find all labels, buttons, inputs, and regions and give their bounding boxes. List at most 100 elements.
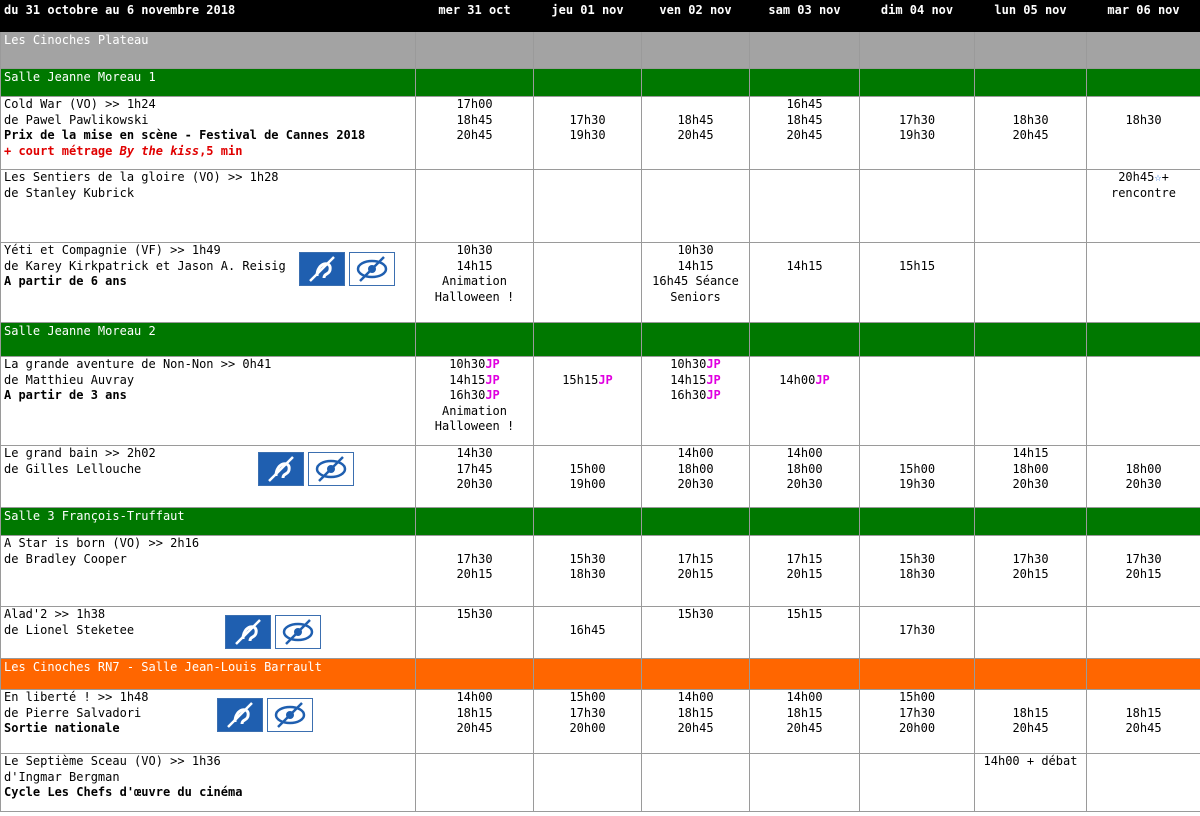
showtime: 15h30 <box>898 551 936 566</box>
showtime: 20h30 <box>677 477 714 491</box>
showtime <box>975 97 1086 113</box>
showtime: 18h15 <box>1125 705 1162 720</box>
film-title[interactable]: Les Sentiers de la gloire (VO) >> 1h28 <box>4 170 412 186</box>
showtime: 19h30 <box>898 128 936 142</box>
showtimes: 15h30 <box>641 606 750 659</box>
showtime: 19h30 <box>569 128 606 142</box>
showtimes <box>1086 606 1200 659</box>
showtimes: 14h15 18h00 20h30 <box>974 445 1087 508</box>
section-row: Salle 3 François-Truffaut <box>0 507 1200 536</box>
showtimes: 15h30 18h30 <box>533 535 642 607</box>
showtime: 20h15 <box>1125 567 1162 581</box>
showtimes: 15h00 17h30 20h00 <box>533 689 642 754</box>
hearing-impaired-icon <box>299 252 345 286</box>
film-info: Les Sentiers de la gloire (VO) >> 1h28 d… <box>0 169 416 243</box>
showtime <box>975 536 1086 552</box>
showtimes: 15h00 19h30 <box>859 445 975 508</box>
showtime: 17h30 <box>456 551 493 566</box>
showtime: 18h00 <box>677 461 714 476</box>
film-row: A Star is born (VO) >> 2h16 de Bradley C… <box>0 535 1200 607</box>
day-header: lun 05 nov <box>974 0 1087 32</box>
section-row: Salle Jeanne Moreau 1 <box>0 68 1200 97</box>
showtime <box>534 97 641 113</box>
film-row: Alad'2 >> 1h38 de Lionel Steketee 15h30 … <box>0 606 1200 659</box>
day-header: ven 02 nov <box>641 0 750 32</box>
showtime: 20h15 <box>677 567 714 581</box>
showtime: 17h15 <box>786 551 823 566</box>
showtimes: 16h45 18h45 20h45 <box>749 96 860 170</box>
film-row: La grande aventure de Non-Non >> 0h41 de… <box>0 356 1200 446</box>
showtime: 17h30 <box>898 112 936 127</box>
film-title[interactable]: La grande aventure de Non-Non >> 0h41 <box>4 357 412 373</box>
showtime <box>975 690 1086 706</box>
showtime: 20h45 <box>456 721 493 735</box>
film-note: Cycle Les Chefs d'œuvre du cinéma <box>4 785 243 799</box>
showtime: 18h30 <box>569 567 606 581</box>
film-note: A partir de 3 ans <box>4 388 127 402</box>
showtime: 20h15 <box>456 567 493 581</box>
showtimes: 15h15JP <box>533 356 642 446</box>
showtime: 18h45 <box>677 112 714 127</box>
showtimes: 10h30 14h15 Animation Halloween ! <box>415 242 534 323</box>
showtimes: 18h30 <box>1086 96 1200 170</box>
section-title: Salle Jeanne Moreau 2 <box>0 322 416 357</box>
showtimes: 10h30JP 14h15JP 16h30JP Animation Hallow… <box>415 356 534 446</box>
showtime: 20h00 <box>898 721 936 735</box>
showtime: 20h00 <box>569 721 606 735</box>
film-title[interactable]: Le Septième Sceau (VO) >> 1h36 <box>4 754 412 770</box>
film-title[interactable]: Alad'2 >> 1h38 <box>4 607 412 623</box>
section-title: Salle 3 François-Truffaut <box>0 507 416 536</box>
film-director: de Pierre Salvadori <box>4 705 142 720</box>
showtime: 14h15 <box>1012 446 1049 460</box>
film-row: Cold War (VO) >> 1h24 de Pawel Pawlikows… <box>0 96 1200 170</box>
day-header: sam 03 nov <box>749 0 860 32</box>
film-row: Les Sentiers de la gloire (VO) >> 1h28 d… <box>0 169 1200 243</box>
film-title[interactable]: En liberté ! >> 1h48 <box>4 690 412 706</box>
showtimes: 17h15 20h15 <box>641 535 750 607</box>
film-title[interactable]: A Star is born (VO) >> 2h16 <box>4 536 412 552</box>
section-title: Salle Jeanne Moreau 1 <box>0 68 416 97</box>
showtime: 18h30 <box>1012 112 1049 127</box>
showtime <box>642 97 749 113</box>
showtimes: 14h15 <box>749 242 860 323</box>
showtimes: 18h15 20h45 <box>1086 689 1200 754</box>
showtime: 18h00 <box>1012 461 1049 476</box>
showtime: 20h45 <box>677 721 714 735</box>
film-row: Le Septième Sceau (VO) >> 1h36 d'Ingmar … <box>0 753 1200 812</box>
showtimes: 14h30 17h45 20h30 <box>415 445 534 508</box>
showtime: 20h30 <box>1012 477 1049 491</box>
showtimes: 17h30 19h30 <box>859 96 975 170</box>
visually-impaired-icon <box>308 452 354 486</box>
section-row: Les Cinoches Plateau <box>0 31 1200 69</box>
showtime: 14h15 <box>456 258 493 273</box>
showtime: 17h45 <box>456 461 493 476</box>
showtime <box>416 536 533 552</box>
showtime: 15h00 <box>898 461 936 476</box>
film-director: de Pawel Pawlikowski <box>4 112 149 127</box>
showtime: 20h45 <box>677 128 714 142</box>
film-info: Le Septième Sceau (VO) >> 1h36 d'Ingmar … <box>0 753 416 812</box>
film-info: Cold War (VO) >> 1h24 de Pawel Pawlikows… <box>0 96 416 170</box>
star-icon: ☆ <box>1154 170 1162 184</box>
film-row: Le grand bain >> 2h02 de Gilles Lellouch… <box>0 445 1200 508</box>
showtime: 17h30 <box>1012 551 1049 566</box>
film-info: Alad'2 >> 1h38 de Lionel Steketee <box>0 606 416 659</box>
film-title[interactable]: Cold War (VO) >> 1h24 <box>4 97 412 113</box>
showtimes: 18h30 20h45 <box>974 96 1087 170</box>
showtime: 14h00 <box>786 446 823 460</box>
showtimes: 15h00 19h00 <box>533 445 642 508</box>
showtimes: 15h15 <box>859 242 975 323</box>
accessibility-icons <box>258 452 354 486</box>
showtime: 20h45 <box>456 128 493 142</box>
showtimes: 18h00 20h30 <box>1086 445 1200 508</box>
showtime: 20h45 <box>786 128 823 142</box>
day-header: mer 31 oct <box>415 0 534 32</box>
showtime <box>534 446 641 462</box>
showtime: 17h30 <box>898 622 936 637</box>
showtimes: 20h45☆+ rencontre <box>1086 169 1200 243</box>
showtimes: 17h15 20h15 <box>749 535 860 607</box>
film-info: Le grand bain >> 2h02 de Gilles Lellouch… <box>0 445 416 508</box>
showtime <box>534 607 641 623</box>
hearing-impaired-icon <box>258 452 304 486</box>
showtime <box>860 97 974 113</box>
